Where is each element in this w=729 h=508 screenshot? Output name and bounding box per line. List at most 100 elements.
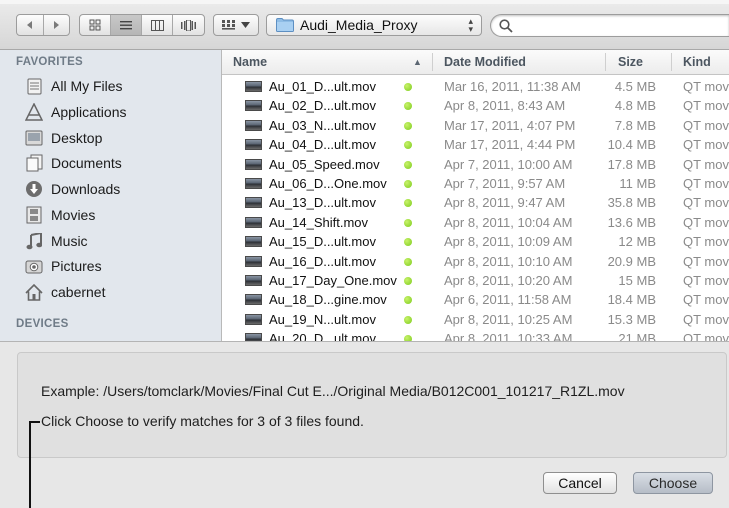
sidebar-item-label: All My Files — [51, 78, 123, 94]
toolbar: Audi_Media_Proxy ▴ ▾ — [0, 0, 729, 50]
table-row[interactable]: Au_02_D...ult.mov Apr 8, 2011, 8:43 AM 4.8… — [222, 96, 729, 115]
dropdown-arrow-icon — [241, 22, 250, 28]
file-date-modified: Apr 8, 2011, 10:33 AM — [444, 331, 573, 341]
coverflow-view-button[interactable] — [173, 15, 204, 35]
table-row[interactable]: Au_19_N...ult.mov Apr 8, 2011, 10:25 AM 15… — [222, 310, 729, 329]
column-header-kind[interactable]: Kind — [683, 55, 711, 69]
sidebar-item-music[interactable]: Music — [24, 229, 88, 253]
match-status-dot — [404, 102, 412, 111]
column-view-button[interactable] — [142, 15, 173, 35]
file-name: Au_16_D...ult.mov — [269, 253, 376, 269]
column-header-date[interactable]: Date Modified — [444, 55, 526, 69]
file-size: 12 MB — [618, 234, 656, 250]
column-divider — [671, 53, 672, 71]
table-row[interactable]: Au_13_D...ult.mov Apr 8, 2011, 9:47 AM 35.… — [222, 193, 729, 212]
file-date-modified: Mar 16, 2011, 11:38 AM — [444, 79, 581, 94]
table-row[interactable]: Au_05_Speed.mov Apr 7, 2011, 10:00 AM 17.8… — [222, 155, 729, 174]
table-row[interactable]: Au_18_D...gine.mov Apr 6, 2011, 11:58 AM 1… — [222, 290, 729, 309]
file-kind: QT mov — [683, 137, 729, 153]
sidebar-item-applications[interactable]: Applications — [24, 100, 127, 124]
match-status-dot — [404, 296, 412, 305]
arrange-button[interactable] — [213, 14, 259, 36]
table-row[interactable]: Au_04_D...ult.mov Mar 17, 2011, 4:44 PM 10… — [222, 135, 729, 154]
sidebar-item-label: cabernet — [51, 284, 106, 300]
callout-line-vertical — [29, 421, 31, 508]
file-kind: QT mov — [683, 98, 729, 114]
table-row[interactable]: Au_16_D...ult.mov Apr 8, 2011, 10:10 AM 20… — [222, 252, 729, 271]
sidebar-item-desktop[interactable]: Desktop — [24, 126, 102, 150]
chevron-right-icon — [54, 21, 60, 29]
match-status-dot — [404, 315, 412, 324]
music-icon — [24, 231, 44, 251]
file-size: 4.8 MB — [614, 98, 656, 114]
match-status-dot — [404, 141, 412, 150]
file-name: Au_15_D...ult.mov — [269, 234, 376, 250]
file-name: Au_20_D...ult.mov — [269, 331, 376, 341]
movie-thumbnail-icon — [245, 81, 262, 92]
sidebar-item-movies[interactable]: Movies — [24, 203, 95, 227]
file-date-modified: Apr 6, 2011, 11:58 AM — [444, 292, 572, 308]
file-kind: QT mov — [683, 214, 729, 230]
choose-button[interactable]: Choose — [633, 472, 713, 494]
list-view-button[interactable] — [111, 15, 142, 35]
file-kind: QT mov — [683, 253, 729, 269]
table-row[interactable]: Au_17_Day_One.mov Apr 8, 2011, 10:20 AM 15… — [222, 271, 729, 290]
home-icon — [24, 282, 44, 302]
file-date-modified: Apr 8, 2011, 10:10 AM — [444, 253, 573, 269]
table-row[interactable]: Au_15_D...ult.mov Apr 8, 2011, 10:09 AM 12… — [222, 232, 729, 251]
sidebar-item-pictures[interactable]: Pictures — [24, 254, 102, 278]
sidebar-item-documents[interactable]: Documents — [24, 151, 122, 175]
table-row[interactable]: Au_06_D...One.mov Apr 7, 2011, 9:57 AM 11 … — [222, 174, 729, 193]
file-name: Au_04_D...ult.mov — [269, 137, 376, 153]
search-input[interactable] — [490, 14, 729, 37]
forward-button[interactable] — [44, 15, 70, 35]
path-popup-label: Audi_Media_Proxy — [300, 17, 418, 33]
sort-ascending-icon: ▲ — [413, 57, 422, 67]
file-size: 13.6 MB — [607, 214, 656, 230]
file-date-modified: Apr 7, 2011, 9:57 AM — [444, 176, 566, 191]
movie-thumbnail-icon — [245, 100, 262, 112]
sidebar-item-downloads[interactable]: Downloads — [24, 177, 120, 201]
arrange-grid-icon — [222, 19, 235, 30]
file-date-modified: Apr 8, 2011, 10:25 AM — [444, 311, 573, 327]
downloads-icon — [24, 179, 44, 199]
column-divider — [605, 53, 606, 71]
folder-icon — [276, 18, 294, 32]
table-row[interactable]: Au_14_Shift.mov Apr 8, 2011, 10:04 AM 13.6… — [222, 213, 729, 232]
list-view-icon — [120, 20, 132, 29]
file-name: Au_03_N...ult.mov — [269, 117, 376, 133]
match-status-dot — [404, 160, 412, 169]
back-button[interactable] — [17, 15, 44, 35]
column-header-name[interactable]: Name — [233, 55, 267, 69]
movie-thumbnail-icon — [245, 139, 262, 151]
info-box — [17, 352, 727, 458]
sidebar-item-label: Applications — [51, 104, 127, 120]
path-popup[interactable]: Audi_Media_Proxy ▴ ▾ — [266, 14, 482, 36]
movies-icon — [24, 205, 44, 225]
devices-heading: DEVICES — [16, 318, 69, 330]
file-date-modified: Apr 8, 2011, 10:04 AM — [444, 214, 573, 230]
column-header-size[interactable]: Size — [618, 55, 643, 69]
file-name: Au_06_D...One.mov — [269, 176, 387, 191]
movie-thumbnail-icon — [245, 236, 262, 248]
icon-view-button[interactable] — [80, 15, 111, 35]
table-row[interactable]: Au_20_D...ult.mov Apr 8, 2011, 10:33 AM 21… — [222, 329, 729, 341]
file-date-modified: Apr 7, 2011, 10:00 AM — [444, 156, 573, 172]
sidebar-item-cabernet[interactable]: cabernet — [24, 280, 105, 304]
file-size: 18.4 MB — [607, 292, 656, 308]
sidebar-item-all-my-files[interactable]: All My Files — [24, 74, 123, 98]
file-size: 10.4 MB — [607, 137, 656, 153]
coverflow-view-icon — [181, 19, 196, 31]
file-kind: QT mov — [683, 273, 729, 288]
column-divider — [432, 53, 433, 71]
file-name: Au_17_Day_One.mov — [269, 273, 397, 288]
match-status-dot — [404, 218, 412, 227]
file-kind: QT mov — [683, 79, 729, 94]
column-header-bar: Name ▲ Date Modified Size Kind — [222, 50, 729, 75]
table-row[interactable]: Au_03_N...ult.mov Mar 17, 2011, 4:07 PM 7.… — [222, 116, 729, 135]
cancel-button[interactable]: Cancel — [543, 472, 617, 494]
movie-thumbnail-icon — [245, 197, 262, 209]
match-status-dot — [404, 257, 412, 266]
file-kind: QT mov — [683, 292, 729, 308]
table-row[interactable]: Au_01_D...ult.mov Mar 16, 2011, 11:38 AM 4… — [222, 77, 729, 96]
